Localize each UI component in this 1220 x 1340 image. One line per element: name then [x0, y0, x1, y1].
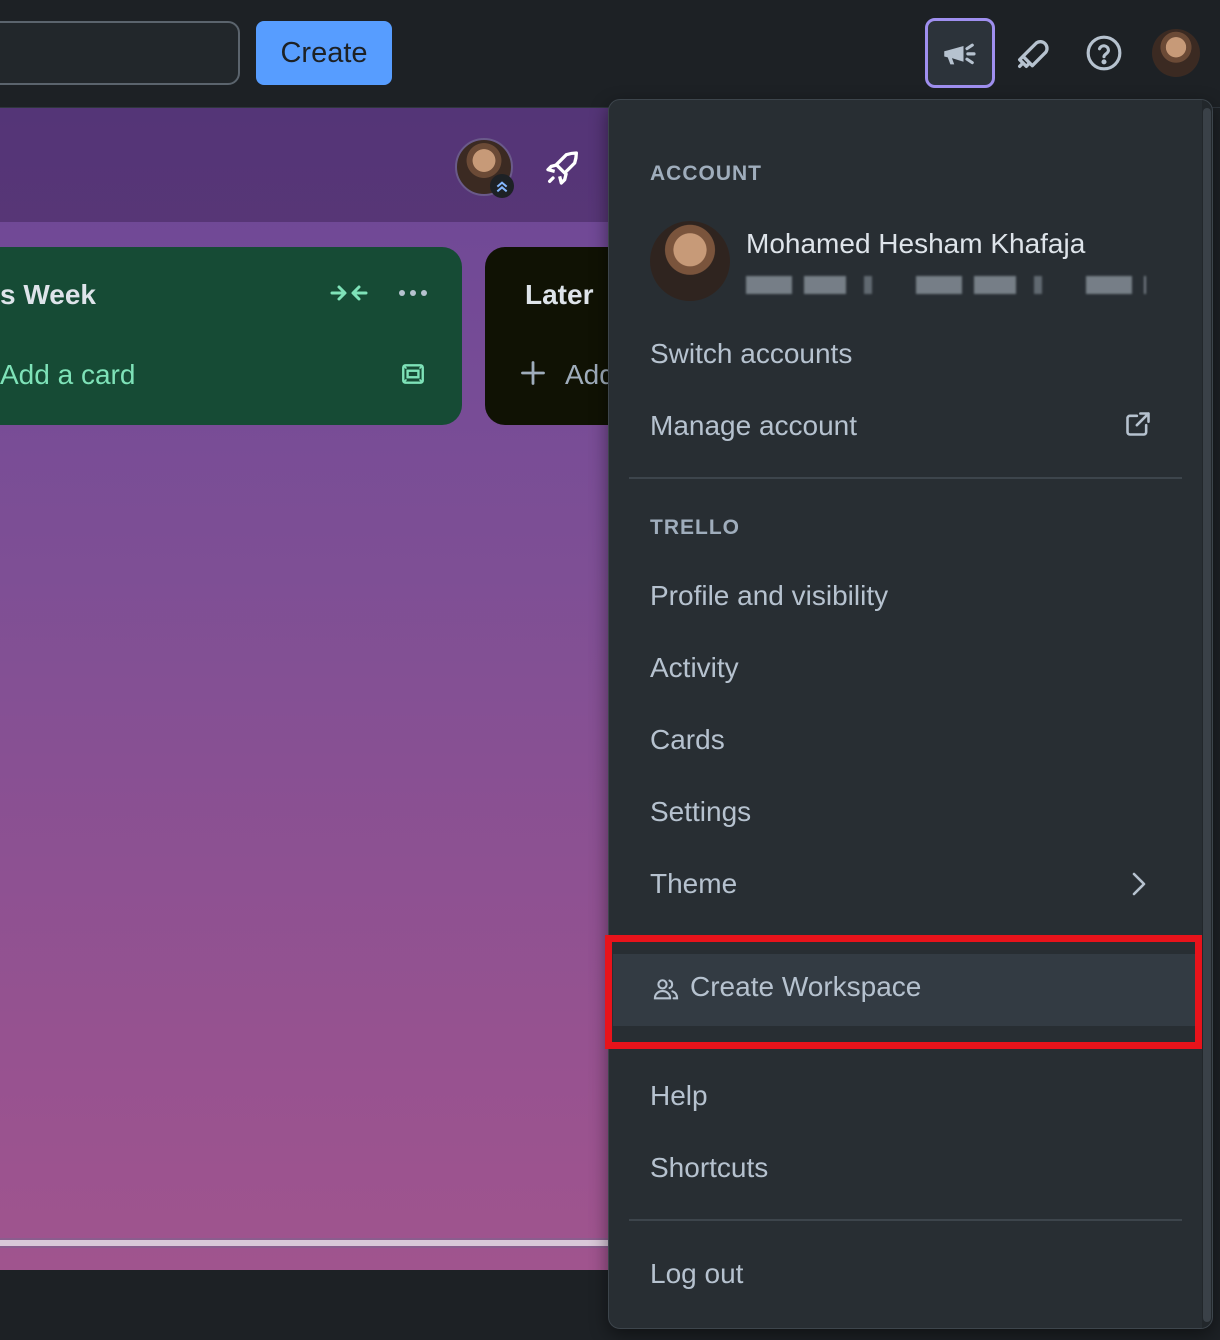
- list-title[interactable]: Later: [525, 279, 593, 311]
- account-section-heading: ACCOUNT: [650, 162, 762, 185]
- chevron-right-icon: [1132, 872, 1146, 896]
- search-input[interactable]: [0, 21, 240, 85]
- manage-account-item[interactable]: Manage account: [650, 410, 857, 442]
- profile-email-redacted: [746, 276, 1146, 294]
- plus-icon: [521, 361, 545, 385]
- profile-avatar: [650, 221, 730, 301]
- create-workspace-label[interactable]: Create Workspace: [690, 971, 921, 1003]
- add-card-button[interactable]: Add a card: [0, 359, 135, 391]
- profile-name: Mohamed Hesham Khafaja: [746, 228, 1086, 259]
- workspace-icon: [653, 979, 679, 1000]
- shortcuts-item[interactable]: Shortcuts: [650, 1152, 768, 1184]
- menu-divider: [629, 477, 1182, 479]
- rocket-icon[interactable]: [543, 148, 583, 188]
- trello-section-heading: TRELLO: [650, 516, 740, 539]
- bell-icon: [1018, 40, 1049, 69]
- list-title[interactable]: s Week: [0, 279, 96, 311]
- menu-scrollbar-thumb[interactable]: [1203, 108, 1211, 1322]
- switch-accounts-item[interactable]: Switch accounts: [650, 338, 852, 370]
- chevrons-up-icon: [496, 181, 508, 193]
- menu-scrollbar[interactable]: [1202, 100, 1212, 1328]
- help-item[interactable]: Help: [650, 1080, 708, 1112]
- list-this-week: s Week Add a card: [0, 247, 462, 425]
- create-button[interactable]: Create: [256, 21, 392, 85]
- top-header: Create: [0, 0, 1220, 108]
- help-icon: [1086, 35, 1122, 71]
- cards-item[interactable]: Cards: [650, 724, 725, 756]
- activity-item[interactable]: Activity: [650, 652, 739, 684]
- megaphone-icon: [944, 43, 976, 65]
- profile-visibility-item[interactable]: Profile and visibility: [650, 580, 888, 612]
- collapse-icon[interactable]: [330, 283, 368, 303]
- account-avatar-button[interactable]: [1152, 29, 1200, 77]
- settings-item[interactable]: Settings: [650, 796, 751, 828]
- template-icon[interactable]: [400, 361, 426, 387]
- board-horizontal-scrollbar[interactable]: [0, 1238, 610, 1248]
- log-out-item[interactable]: Log out: [650, 1258, 743, 1290]
- help-button[interactable]: [1069, 18, 1139, 88]
- board-header: [0, 108, 610, 222]
- admin-badge: [490, 174, 514, 198]
- theme-item[interactable]: Theme: [650, 868, 737, 900]
- announcements-button[interactable]: [925, 18, 995, 88]
- account-menu: ACCOUNT Mohamed Hesham Khafaja Switch ac…: [608, 99, 1213, 1329]
- more-icon[interactable]: [398, 283, 428, 303]
- external-link-icon: [1126, 412, 1150, 436]
- board-canvas: s Week Add a card Later Add: [0, 108, 685, 1270]
- notifications-button[interactable]: [998, 18, 1068, 88]
- menu-divider: [629, 1219, 1182, 1221]
